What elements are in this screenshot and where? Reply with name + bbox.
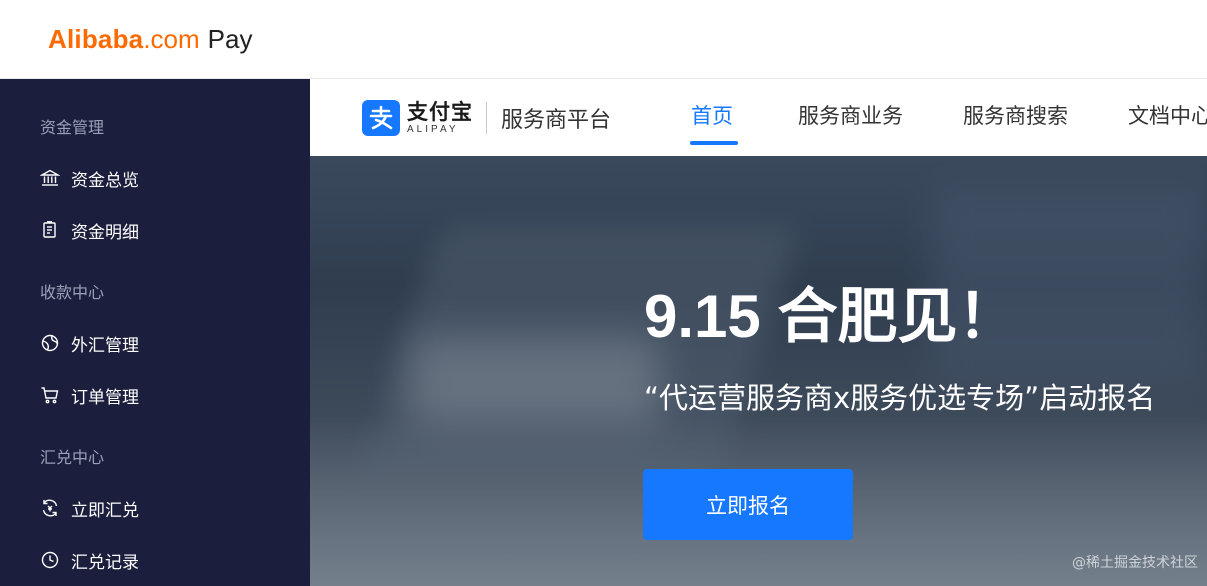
hero-banner: 9.15 合肥见！ “代运营服务商x服务优选专场”启动报名 立即报名 @稀土掘金…	[310, 156, 1207, 586]
sidebar: 资金管理 资金总览 资金明细 收款中心 外汇管理 订单管理 汇兑中心 立即汇兑	[0, 79, 310, 586]
sidebar-section-title: 汇兑中心	[40, 448, 105, 467]
logo-pay: Pay	[207, 24, 253, 54]
sidebar-section-title: 资金管理	[40, 118, 105, 137]
platform-header: 支付宝 ALIPAY 服务商平台 首页 服务商业务 服务商搜索 文档中心	[310, 79, 1207, 156]
nav-provider-search[interactable]: 服务商搜索	[963, 101, 1068, 131]
sidebar-item-forex-management[interactable]: 外汇管理	[40, 328, 139, 358]
exchange-icon	[40, 498, 60, 518]
brand-divider	[486, 102, 487, 134]
watermark: @稀土掘金技术社区	[1072, 555, 1198, 571]
alipay-wordmark: 支付宝 ALIPAY	[407, 99, 473, 136]
globe-icon	[40, 333, 60, 353]
alibaba-pay-logo[interactable]: Alibaba.com Pay	[48, 23, 252, 55]
clock-icon	[40, 550, 60, 570]
nav-home[interactable]: 首页	[691, 101, 733, 131]
sidebar-item-label: 资金总览	[71, 170, 139, 191]
sidebar-section-title: 收款中心	[40, 283, 105, 302]
logo-domain: .com	[143, 24, 200, 54]
sidebar-item-fund-overview[interactable]: 资金总览	[40, 163, 139, 193]
sidebar-item-exchange-records[interactable]: 汇兑记录	[40, 545, 139, 575]
nav-provider-business[interactable]: 服务商业务	[798, 101, 903, 131]
sidebar-item-exchange-now[interactable]: 立即汇兑	[40, 493, 139, 523]
sidebar-item-order-management[interactable]: 订单管理	[40, 380, 139, 410]
platform-name: 服务商平台	[501, 108, 612, 133]
sidebar-item-label: 汇兑记录	[71, 552, 139, 573]
hero-subtitle: “代运营服务商x服务优选专场”启动报名	[644, 381, 1156, 415]
alipay-brand[interactable]: 支付宝 ALIPAY 服务商平台	[362, 99, 611, 137]
logo-main: Alibaba	[48, 24, 144, 54]
bank-icon	[40, 168, 60, 188]
nav-docs-center[interactable]: 文档中心	[1128, 101, 1207, 131]
nav-active-indicator	[690, 141, 738, 145]
hero-title: 9.15 合肥见！	[644, 283, 1018, 350]
top-bar: Alibaba.com Pay	[0, 0, 1207, 79]
sidebar-item-label: 订单管理	[71, 387, 139, 408]
sidebar-item-fund-details[interactable]: 资金明细	[40, 215, 139, 245]
cart-icon	[40, 385, 60, 405]
sidebar-item-label: 立即汇兑	[71, 500, 139, 521]
brand-cn: 支付宝	[407, 99, 473, 124]
brand-en: ALIPAY	[407, 123, 459, 135]
register-now-button[interactable]: 立即报名	[643, 469, 853, 540]
alipay-logo-icon	[362, 100, 400, 136]
sidebar-item-label: 资金明细	[71, 222, 139, 243]
banner-background-shape	[410, 336, 660, 426]
document-list-icon	[40, 220, 60, 240]
sidebar-item-label: 外汇管理	[71, 335, 139, 356]
